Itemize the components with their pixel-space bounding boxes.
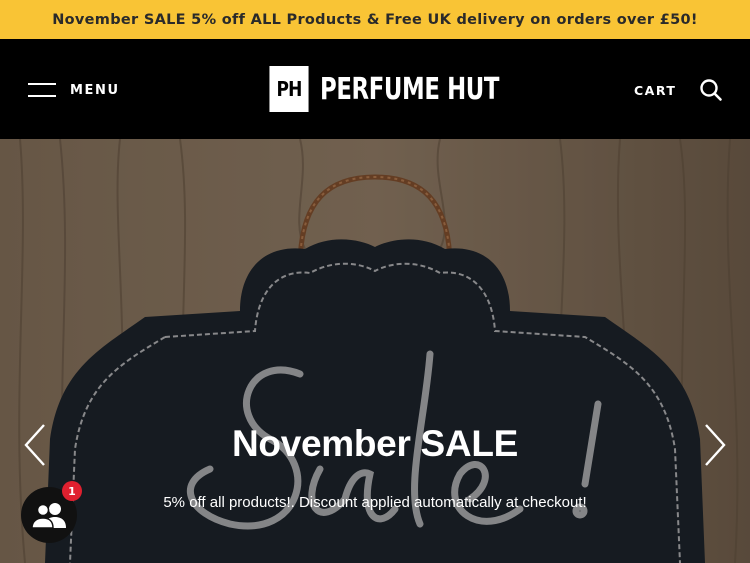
announcement-text: November SALE 5% off ALL Products & Free… — [52, 11, 698, 28]
hero-subtitle: 5% off all products!. Discount applied a… — [163, 494, 587, 511]
logo-mark: PH — [269, 66, 309, 112]
announcement-bar: November SALE 5% off ALL Products & Free… — [0, 0, 750, 39]
site-header: MENU PH PERFUME HUT CART — [0, 39, 750, 139]
menu-label: MENU — [70, 82, 120, 98]
chat-notification-badge: 1 — [62, 481, 82, 501]
search-button[interactable] — [699, 78, 723, 102]
hero-slideshow: November SALE 5% off all products!. Disc… — [0, 139, 750, 563]
hamburger-icon — [28, 82, 56, 98]
menu-button[interactable]: MENU — [28, 80, 120, 100]
cart-link[interactable]: CART — [634, 83, 676, 98]
chat-people-icon — [31, 503, 66, 529]
site-logo[interactable]: PH PERFUME HUT — [266, 66, 556, 112]
hero-title: November SALE — [231, 423, 518, 464]
logo-text: PERFUME HUT — [320, 71, 500, 107]
search-icon — [700, 79, 722, 101]
